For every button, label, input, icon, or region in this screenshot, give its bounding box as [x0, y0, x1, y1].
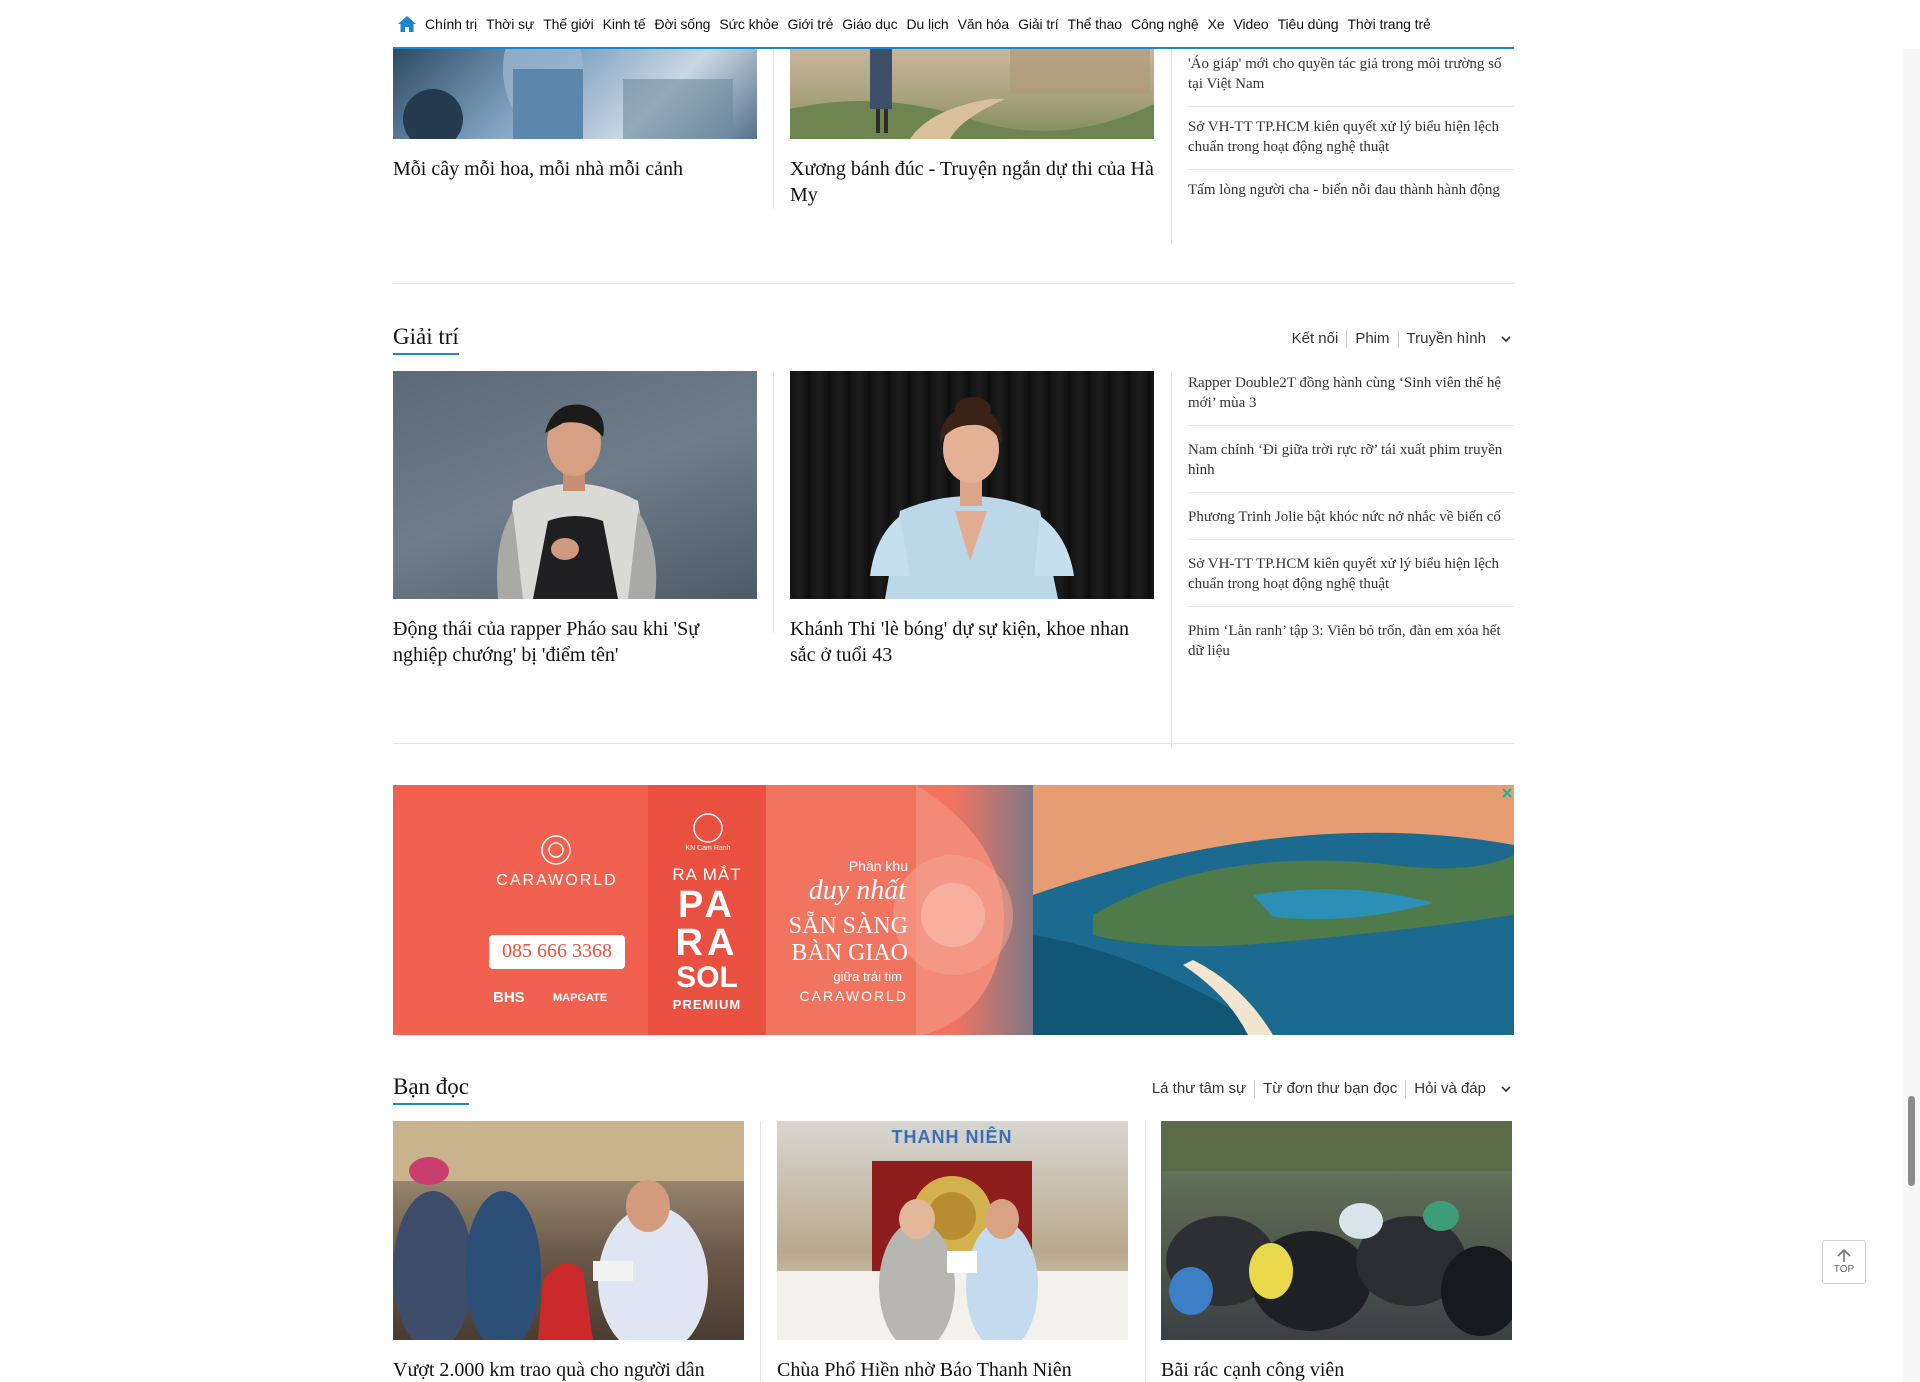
article-thumbnail[interactable] [393, 49, 757, 139]
banner-product-line2: RA [675, 922, 739, 964]
divider [760, 1121, 761, 1382]
subtab[interactable]: Từ đơn thư bạn đọc [1254, 1080, 1405, 1098]
nav-item[interactable]: Xe [1208, 16, 1225, 32]
subtab[interactable]: Truyền hình [1397, 330, 1495, 348]
banner-brand: CARAWORLD [496, 872, 618, 889]
section-header-readers: Bạn đọc Lá thư tâm sự Từ đơn thư bạn đọc… [393, 1074, 1514, 1110]
article-thumbnail[interactable] [790, 371, 1154, 599]
scrollbar-thumb[interactable] [1908, 1096, 1915, 1186]
section-header-entertainment: Giải trí Kết nối Phim Truyền hình [393, 324, 1514, 360]
banner-badge: KN Cam Ranh [685, 845, 731, 852]
advertisement-banner[interactable]: CARAWORLD KN Cam Ranh 085 666 3368 BHS M… [393, 785, 1514, 1035]
nav-item[interactable]: Giáo dục [842, 16, 897, 32]
divider [773, 371, 774, 633]
divider [773, 49, 774, 209]
side-article[interactable]: Phương Trinh Jolie bật khóc nức nở nhắc … [1188, 493, 1514, 540]
article-card[interactable]: Vượt 2.000 km trao quà cho người dân [393, 1121, 744, 1382]
banner-tagline-1: Phân khu [848, 858, 908, 874]
side-article[interactable]: Tấm lòng người cha - biến nỗi đau thành … [1188, 170, 1514, 212]
subtab[interactable]: Hỏi và đáp [1405, 1080, 1494, 1098]
nav-item[interactable]: Chính trị [425, 16, 477, 32]
article-card[interactable]: THANH NIÊN Chùa Phổ Hiền nhờ Báo Thanh N… [777, 1121, 1128, 1382]
article-thumbnail[interactable] [393, 371, 757, 599]
photo-sign-text: THANH NIÊN [891, 1127, 1013, 1147]
article-card[interactable]: Động thái của rapper Pháo sau khi 'Sự ng… [393, 371, 757, 668]
nav-item[interactable]: Kinh tế [603, 16, 646, 32]
back-to-top-button[interactable]: TOP [1822, 1240, 1866, 1284]
chevron-down-icon[interactable] [1498, 1081, 1514, 1097]
divider [1171, 371, 1172, 749]
subtab[interactable]: Kết nối [1284, 330, 1347, 348]
section-subtabs: Lá thư tâm sự Từ đơn thư bạn đọc Hỏi và … [1144, 1080, 1514, 1098]
article-title[interactable]: Bãi rác cạnh công viên [1161, 1357, 1512, 1382]
side-article[interactable]: Rapper Double2T đồng hành cùng ‘Sinh viê… [1188, 365, 1514, 426]
side-article-list: 'Áo giáp' mới cho quyền tác giả trong mô… [1188, 49, 1514, 212]
section-title[interactable]: Giải trí [393, 324, 459, 355]
banner-tagline-5: giữa trái tim [833, 969, 902, 984]
back-to-top-label: TOP [1833, 1264, 1855, 1275]
nav-item[interactable]: Công nghệ [1131, 16, 1199, 32]
article-title[interactable]: Khánh Thi 'lè bóng' dự sự kiện, khoe nha… [790, 616, 1154, 668]
banner-launch: RA MẮT [672, 865, 742, 884]
article-thumbnail[interactable] [1161, 1121, 1512, 1340]
arrow-up-icon [1837, 1249, 1851, 1262]
banner-tagline-4: BÀN GIAO [791, 940, 908, 966]
chevron-down-icon[interactable] [1498, 331, 1514, 347]
article-title[interactable]: Chùa Phổ Hiền nhờ Báo Thanh Niên [777, 1357, 1128, 1382]
nav-item[interactable]: Giải trí [1018, 16, 1059, 32]
nav-item[interactable]: Thể thao [1068, 16, 1123, 32]
divider [1145, 1121, 1146, 1382]
subtab[interactable]: Phim [1346, 330, 1397, 348]
nav-item[interactable]: Tiêu dùng [1278, 16, 1339, 32]
nav-item[interactable]: Sức khỏe [719, 16, 778, 32]
nav-item[interactable]: Du lịch [907, 16, 949, 32]
section-culture: Mỗi cây mỗi hoa, mỗi nhà mỗi cảnh Xương … [393, 49, 1514, 283]
nav-item[interactable]: Giới trẻ [788, 16, 834, 32]
nav-item[interactable]: Thời trang trẻ [1347, 16, 1430, 32]
banner-tagline-3: SẴN SÀNG [788, 913, 908, 939]
side-article[interactable]: Phim ‘Lằn ranh’ tập 3: Viên bỏ trốn, đàn… [1188, 607, 1514, 673]
article-thumbnail[interactable] [393, 1121, 744, 1340]
ad-choices-icon[interactable] [1492, 789, 1506, 803]
article-card[interactable]: Mỗi cây mỗi hoa, mỗi nhà mỗi cảnh [393, 49, 757, 182]
side-article[interactable]: Sở VH-TT TP.HCM kiên quyết xử lý biểu hi… [1188, 540, 1514, 607]
subtab[interactable]: Lá thư tâm sự [1144, 1080, 1254, 1098]
section-subtabs: Kết nối Phim Truyền hình [1284, 330, 1514, 348]
article-card[interactable]: Khánh Thi 'lè bóng' dự sự kiện, khoe nha… [790, 371, 1154, 668]
divider [1171, 49, 1172, 244]
banner-product-tag: PREMIUM [672, 997, 742, 1012]
side-article[interactable]: 'Áo giáp' mới cho quyền tác giả trong mô… [1188, 49, 1514, 107]
section-divider [393, 283, 1514, 284]
article-thumbnail[interactable] [790, 49, 1154, 139]
nav-item[interactable]: Video [1234, 16, 1269, 32]
side-article-list: Rapper Double2T đồng hành cùng ‘Sinh viê… [1188, 365, 1514, 673]
article-title[interactable]: Xương bánh đúc - Truyện ngắn dự thi của … [790, 156, 1154, 208]
article-thumbnail[interactable]: THANH NIÊN [777, 1121, 1128, 1340]
banner-tagline-2: duy nhất [808, 875, 906, 906]
nav-item[interactable]: Thế giới [543, 16, 594, 32]
side-article[interactable]: Sở VH-TT TP.HCM kiên quyết xử lý biểu hi… [1188, 107, 1514, 170]
article-title[interactable]: Mỗi cây mỗi hoa, mỗi nhà mỗi cảnh [393, 156, 757, 182]
banner-product-line1: PA [678, 884, 736, 926]
page-scrollbar[interactable] [1903, 0, 1920, 1382]
top-navigation: Chính trị Thời sự Thế giới Kinh tế Đời s… [0, 0, 1920, 49]
article-card[interactable]: Xương bánh đúc - Truyện ngắn dự thi của … [790, 49, 1154, 208]
nav-item[interactable]: Văn hóa [958, 16, 1010, 32]
section-title[interactable]: Bạn đọc [393, 1074, 470, 1105]
banner-partner-mapgate: MAPGATE [553, 992, 608, 1004]
banner-partner-bhs: BHS [493, 989, 525, 1006]
banner-tagline-6: CARAWORLD [799, 988, 908, 1004]
side-article[interactable]: Nam chính ‘Đi giữa trời rực rỡ’ tái xuất… [1188, 426, 1514, 493]
banner-product-line3: SOL [676, 961, 738, 994]
nav-item[interactable]: Đời sống [655, 16, 711, 32]
home-icon[interactable] [397, 14, 417, 34]
nav-menu: Chính trị Thời sự Thế giới Kinh tế Đời s… [425, 16, 1440, 32]
article-title[interactable]: Động thái của rapper Pháo sau khi 'Sự ng… [393, 616, 757, 668]
article-card[interactable]: Bãi rác cạnh công viên [1161, 1121, 1512, 1382]
section-divider [393, 743, 1514, 744]
banner-phone: 085 666 3368 [502, 940, 612, 962]
nav-item[interactable]: Thời sự [486, 16, 534, 32]
top-navigation-bar: Chính trị Thời sự Thế giới Kinh tế Đời s… [393, 0, 1514, 49]
article-title[interactable]: Vượt 2.000 km trao quà cho người dân [393, 1357, 744, 1382]
